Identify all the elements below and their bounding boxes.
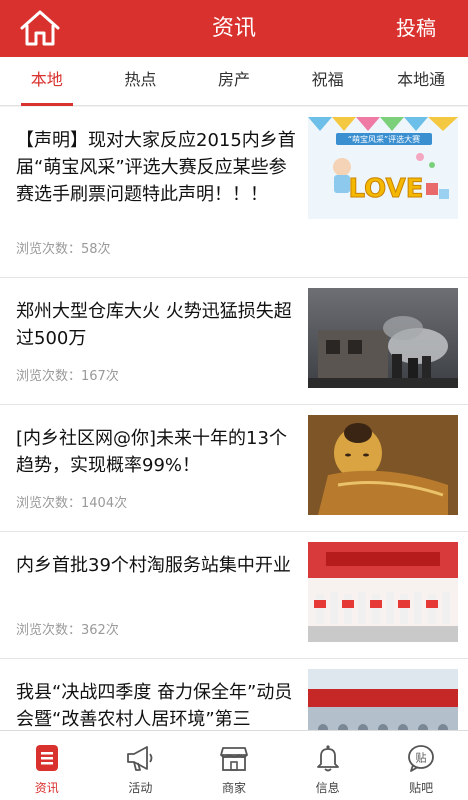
category-tabs: 本地 热点 房产 祝福 本地通: [0, 57, 468, 106]
news-title: 我县“决战四季度 奋力保全年”动员会暨“改善农村人居环境”第三: [16, 682, 293, 730]
tabbar-forum[interactable]: 贴 贴吧: [374, 731, 468, 800]
view-count: 浏览次数：167次: [16, 369, 119, 384]
tab-local-service[interactable]: 本地通: [374, 57, 468, 105]
svg-text:贴: 贴: [416, 751, 427, 765]
view-count: 浏览次数：362次: [16, 623, 119, 638]
svg-text:“萌宝风采”评选大赛: “萌宝风采”评选大赛: [348, 134, 420, 144]
news-item[interactable]: 【声明】现对大家反应2015内乡首届“萌宝风采”评选大赛反应某些参赛选手刷票问题…: [0, 107, 468, 278]
news-feed: 【声明】现对大家反应2015内乡首届“萌宝风采”评选大赛反应某些参赛选手刷票问题…: [0, 107, 468, 730]
news-title: 内乡首批39个村淘服务站集中开业: [16, 555, 291, 576]
news-item[interactable]: [内乡社区网@你]未来十年的13个趋势，实现概率99%！ 浏览次数：1404次: [0, 405, 468, 532]
news-thumbnail: “萌宝风采”评选大赛 LOVE: [308, 117, 458, 219]
tab-blessing[interactable]: 祝福: [281, 57, 375, 105]
tabbar-news[interactable]: 资讯: [0, 731, 94, 800]
post-button[interactable]: 投稿: [396, 0, 436, 57]
tabbar-label: 活动: [128, 781, 153, 795]
tab-real-estate[interactable]: 房产: [187, 57, 281, 105]
tabbar-messages[interactable]: 信息: [281, 731, 375, 800]
tabbar-label: 商家: [221, 781, 246, 795]
news-title: [内乡社区网@你]未来十年的13个趋势，实现概率99%！: [16, 428, 287, 476]
news-item[interactable]: 郑州大型仓库大火 火势迅猛损失超过500万 浏览次数：167次: [0, 278, 468, 405]
news-thumbnail: [308, 415, 458, 515]
forum-icon: 贴: [408, 745, 435, 772]
news-item[interactable]: 我县“决战四季度 奋力保全年”动员会暨“改善农村人居环境”第三: [0, 659, 468, 730]
tabbar-label: 资讯: [34, 781, 59, 795]
megaphone-icon: [127, 746, 153, 771]
tab-local[interactable]: 本地: [0, 57, 94, 106]
tabbar-label: 信息: [315, 781, 340, 795]
news-thumbnail: [308, 669, 458, 730]
news-icon: [35, 745, 58, 771]
bottom-tabbar: 资讯 活动 商家 信息 贴 贴吧: [0, 730, 468, 800]
news-thumbnail: [308, 288, 458, 388]
shop-icon: [220, 747, 248, 771]
app-header: 资讯 投稿: [0, 0, 468, 57]
tabbar-merchants[interactable]: 商家: [187, 731, 281, 800]
tabbar-activity[interactable]: 活动: [94, 731, 188, 800]
news-title: 【声明】现对大家反应2015内乡首届“萌宝风采”评选大赛反应某些参赛选手刷票问题…: [16, 130, 296, 205]
svg-text:LOVE: LOVE: [349, 174, 424, 204]
bell-icon: [316, 745, 339, 772]
view-count: 浏览次数：58次: [16, 242, 111, 257]
tab-hot[interactable]: 热点: [94, 57, 188, 105]
news-item[interactable]: 内乡首批39个村淘服务站集中开业 浏览次数：362次: [0, 532, 468, 659]
view-count: 浏览次数：1404次: [16, 496, 128, 511]
news-title: 郑州大型仓库大火 火势迅猛损失超过500万: [16, 301, 292, 349]
tabbar-label: 贴吧: [409, 781, 434, 795]
news-thumbnail: [308, 542, 458, 642]
